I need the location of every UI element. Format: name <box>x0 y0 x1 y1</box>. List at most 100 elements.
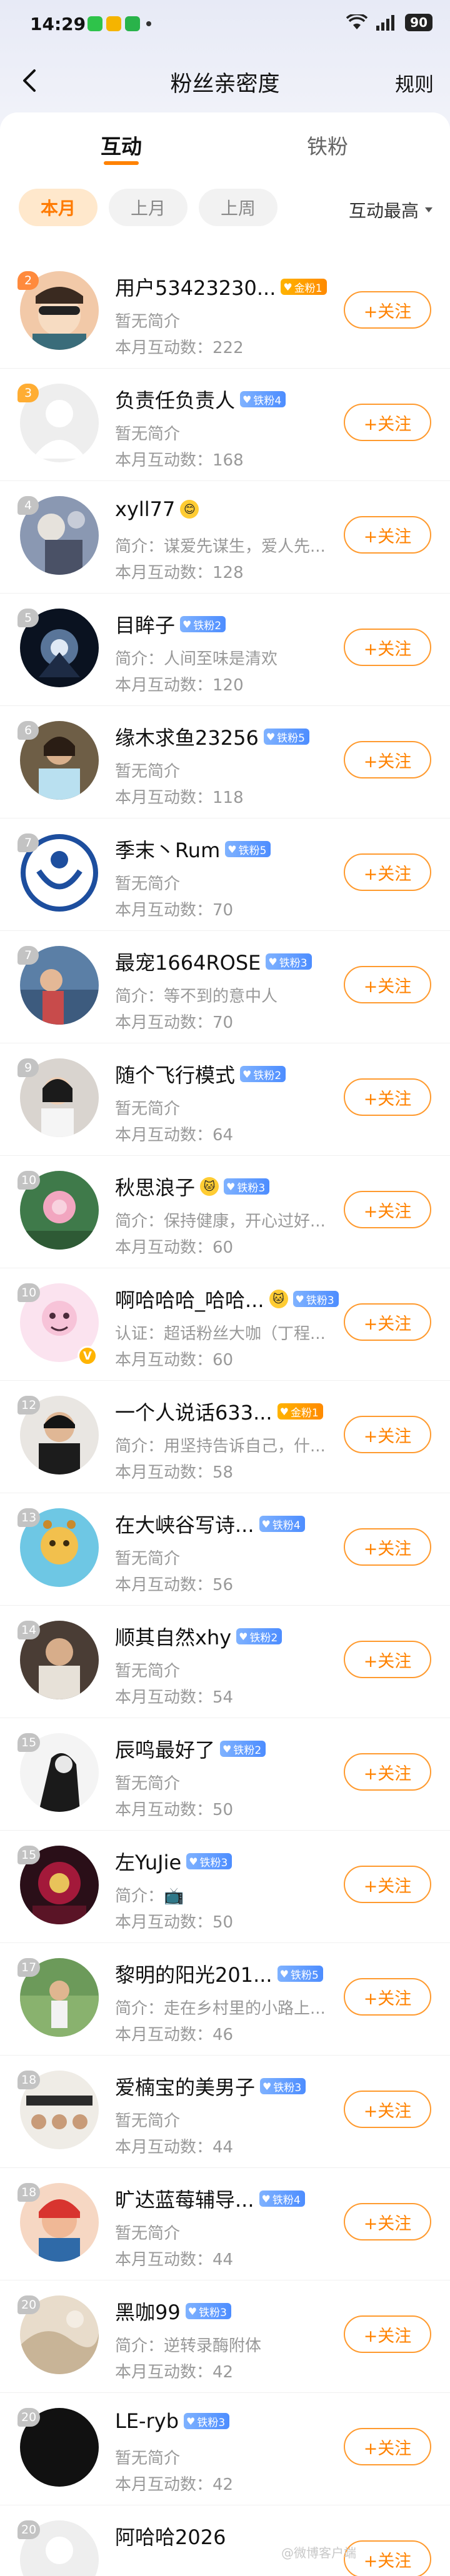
user-name[interactable]: 旷达蓝莓辅导... <box>115 2184 254 2213</box>
user-name[interactable]: 黎明的阳光201... <box>115 1959 272 1988</box>
fan-row[interactable]: 4 xyll77 😊 简介：谋爱先谋生，爱人先... 本月互动数：128 +关注 <box>0 481 450 594</box>
fan-row[interactable]: 15 辰鸣最好了 ♥ 铁粉2 暂无简介 本月互动数：50 +关注 <box>0 1718 450 1831</box>
heart-icon: ♥ <box>228 843 237 855</box>
user-name[interactable]: xyll77 <box>115 497 175 521</box>
user-name[interactable]: 辰鸣最好了 <box>115 1734 215 1763</box>
follow-button[interactable]: +关注 <box>344 2091 431 2128</box>
rank-badge: 18 <box>18 2071 41 2089</box>
fan-row[interactable]: 13 在大峡谷写诗... ♥ 铁粉4 暂无简介 本月互动数：56 +关注 <box>0 1493 450 1606</box>
fan-row[interactable]: 7 季末丶Rum ♥ 铁粉5 暂无简介 本月互动数：70 +关注 <box>0 818 450 931</box>
user-name[interactable]: 秋思浪子 <box>115 1172 195 1201</box>
fan-row[interactable]: 6 缘木求鱼23256 ♥ 铁粉5 暂无简介 本月互动数：118 +关注 <box>0 706 450 818</box>
rank-badge: 5 <box>18 609 39 627</box>
fan-row[interactable]: 18 旷达蓝莓辅导... ♥ 铁粉4 暂无简介 本月互动数：44 +关注 <box>0 2168 450 2280</box>
follow-button[interactable]: +关注 <box>344 1528 431 1566</box>
fan-row[interactable]: 9 随个飞行模式 ♥ 铁粉2 暂无简介 本月互动数：64 +关注 <box>0 1043 450 1156</box>
fan-row[interactable]: 20 黑咖99 ♥ 铁粉3 简介：逆转录酶附体 本月互动数：42 +关注 <box>0 2280 450 2393</box>
fan-row[interactable]: 15 左YuJie ♥ 铁粉3 简介：📺 本月互动数：50 +关注 <box>0 1831 450 1943</box>
user-bio: 暂无简介 <box>115 2224 181 2243</box>
fan-level-badge: ♥ 铁粉5 <box>277 1966 323 1982</box>
user-bio: 暂无简介 <box>115 2112 181 2131</box>
fan-row[interactable]: 3 负责任负责人 ♥ 铁粉4 暂无简介 本月互动数：168 +关注 <box>0 369 450 481</box>
caret-down-icon <box>425 207 432 212</box>
follow-button[interactable]: +关注 <box>344 291 431 329</box>
user-name[interactable]: 用户53423230... <box>115 272 276 301</box>
follow-button[interactable]: +关注 <box>344 1866 431 1903</box>
follow-button[interactable]: +关注 <box>344 2203 431 2240</box>
tab-underline <box>104 161 139 165</box>
follow-button[interactable]: +关注 <box>344 629 431 666</box>
fan-level-badge: ♥ 铁粉3 <box>186 1853 232 1869</box>
user-name[interactable]: 季末丶Rum <box>115 835 220 863</box>
user-bio: 简介：走在乡村里的小路上... <box>115 1999 326 2018</box>
user-name[interactable]: 负责任负责人 <box>115 385 235 414</box>
rules-link[interactable]: 规则 <box>395 69 434 97</box>
fan-row[interactable]: 2 用户53423230... ♥ 金粉1 暂无简介 本月互动数：222 +关注 <box>0 256 450 369</box>
signal-icon <box>376 15 395 31</box>
rank-badge: 9 <box>18 1058 39 1077</box>
follow-button[interactable]: +关注 <box>344 853 431 891</box>
user-name[interactable]: 爱楠宝的美男子 <box>115 2072 255 2101</box>
follow-button[interactable]: +关注 <box>344 1753 431 1791</box>
heart-icon: ♥ <box>268 955 278 968</box>
user-name[interactable]: 左YuJie <box>115 1847 181 1876</box>
follow-button[interactable]: +关注 <box>344 404 431 441</box>
follow-button[interactable]: +关注 <box>344 1641 431 1678</box>
rank-badge: 15 <box>18 1846 41 1864</box>
fan-row[interactable]: 18 爱楠宝的美男子 ♥ 铁粉3 暂无简介 本月互动数：44 +关注 <box>0 2056 450 2168</box>
sort-dropdown[interactable]: 互动最高 <box>349 197 434 222</box>
badge-label: 铁粉2 <box>249 1631 278 1644</box>
user-name[interactable]: 缘木求鱼23256 <box>115 722 259 751</box>
fan-row[interactable]: 14 顺其自然xhy ♥ 铁粉2 暂无简介 本月互动数：54 +关注 <box>0 1606 450 1718</box>
tab-iron-fans[interactable]: 铁粉 <box>265 130 390 160</box>
user-bio: 简介：保持健康，开心过好... <box>115 1212 326 1231</box>
fan-level-badge: ♥ 铁粉5 <box>263 729 309 745</box>
follow-button[interactable]: +关注 <box>344 2315 431 2353</box>
fan-row[interactable]: 10 V 啊哈哈哈_哈哈... 🐱 ♥ 铁粉3 认证：超话粉丝大咖（丁程... 本月… <box>0 1268 450 1381</box>
name-line: 季末丶Rum ♥ 铁粉5 <box>115 835 271 863</box>
filter-last-week[interactable]: 上周 <box>199 189 278 226</box>
filter-this-month[interactable]: 本月 <box>19 189 98 226</box>
fan-row[interactable]: 20 LE-ryb ♥ 铁粉3 暂无简介 本月互动数：42 +关注 <box>0 2393 450 2505</box>
fan-level-badge: ♥ 铁粉2 <box>180 616 226 632</box>
user-name[interactable]: 最宠1664ROSE <box>115 947 261 976</box>
user-name[interactable]: 目眸子 <box>115 610 175 639</box>
fan-row[interactable]: 10 秋思浪子 🐱 ♥ 铁粉3 简介：保持健康，开心过好... 本月互动数：60 +… <box>0 1156 450 1268</box>
follow-button[interactable]: +关注 <box>344 1303 431 1341</box>
follow-button[interactable]: +关注 <box>344 966 431 1003</box>
watermark: @微博客户端 <box>281 2545 356 2560</box>
interaction-count: 本月互动数：60 <box>115 1351 234 1370</box>
filter-last-month[interactable]: 上月 <box>109 189 188 226</box>
follow-button[interactable]: +关注 <box>344 1191 431 1228</box>
user-name[interactable]: 顺其自然xhy <box>115 1622 231 1651</box>
user-name[interactable]: 在大峡谷写诗... <box>115 1509 254 1538</box>
follow-button[interactable]: +关注 <box>344 741 431 778</box>
user-name[interactable]: 随个飞行模式 <box>115 1060 235 1088</box>
tab-interaction[interactable]: 互动 <box>59 130 184 160</box>
fan-row[interactable]: 5 目眸子 ♥ 铁粉2 简介：人间至味是清欢 本月互动数：120 +关注 <box>0 594 450 706</box>
fan-row[interactable]: 20 阿哈哈2026 +关注 <box>0 2505 450 2576</box>
fan-row[interactable]: 17 黎明的阳光201... ♥ 铁粉5 简介：走在乡村里的小路上... 本月互动… <box>0 1943 450 2056</box>
follow-button[interactable]: +关注 <box>344 516 431 554</box>
follow-button[interactable]: +关注 <box>344 2428 431 2465</box>
status-time: 14:29 <box>30 14 86 34</box>
fan-level-badge: ♥ 铁粉4 <box>259 2191 305 2207</box>
user-name[interactable]: 阿哈哈2026 <box>115 2522 226 2550</box>
interaction-count: 本月互动数：54 <box>115 1688 234 1707</box>
interaction-count: 本月互动数：222 <box>115 339 244 357</box>
user-name[interactable]: LE-ryb <box>115 2409 179 2433</box>
follow-button[interactable]: +关注 <box>344 1416 431 1453</box>
user-name[interactable]: 啊哈哈哈_哈哈... <box>115 1285 264 1313</box>
user-name[interactable]: 一个人说话633... <box>115 1397 272 1426</box>
fan-row[interactable]: 12 一个人说话633... ♥ 金粉1 简介：用坚持告诉自己，什... 本月互动… <box>0 1381 450 1493</box>
fan-row[interactable]: 7 最宠1664ROSE ♥ 铁粉3 简介：等不到的意中人 本月互动数：70 +关… <box>0 931 450 1043</box>
name-line: 目眸子 ♥ 铁粉2 <box>115 610 226 639</box>
follow-button[interactable]: +关注 <box>344 1978 431 2016</box>
rank-badge: 4 <box>18 496 39 515</box>
user-bio: 暂无简介 <box>115 312 181 331</box>
name-line: 旷达蓝莓辅导... ♥ 铁粉4 <box>115 2184 305 2213</box>
user-name[interactable]: 黑咖99 <box>115 2297 181 2325</box>
follow-button[interactable]: +关注 <box>344 2540 431 2576</box>
follow-button[interactable]: +关注 <box>344 1078 431 1116</box>
rank-badge: 10 <box>18 1171 41 1190</box>
